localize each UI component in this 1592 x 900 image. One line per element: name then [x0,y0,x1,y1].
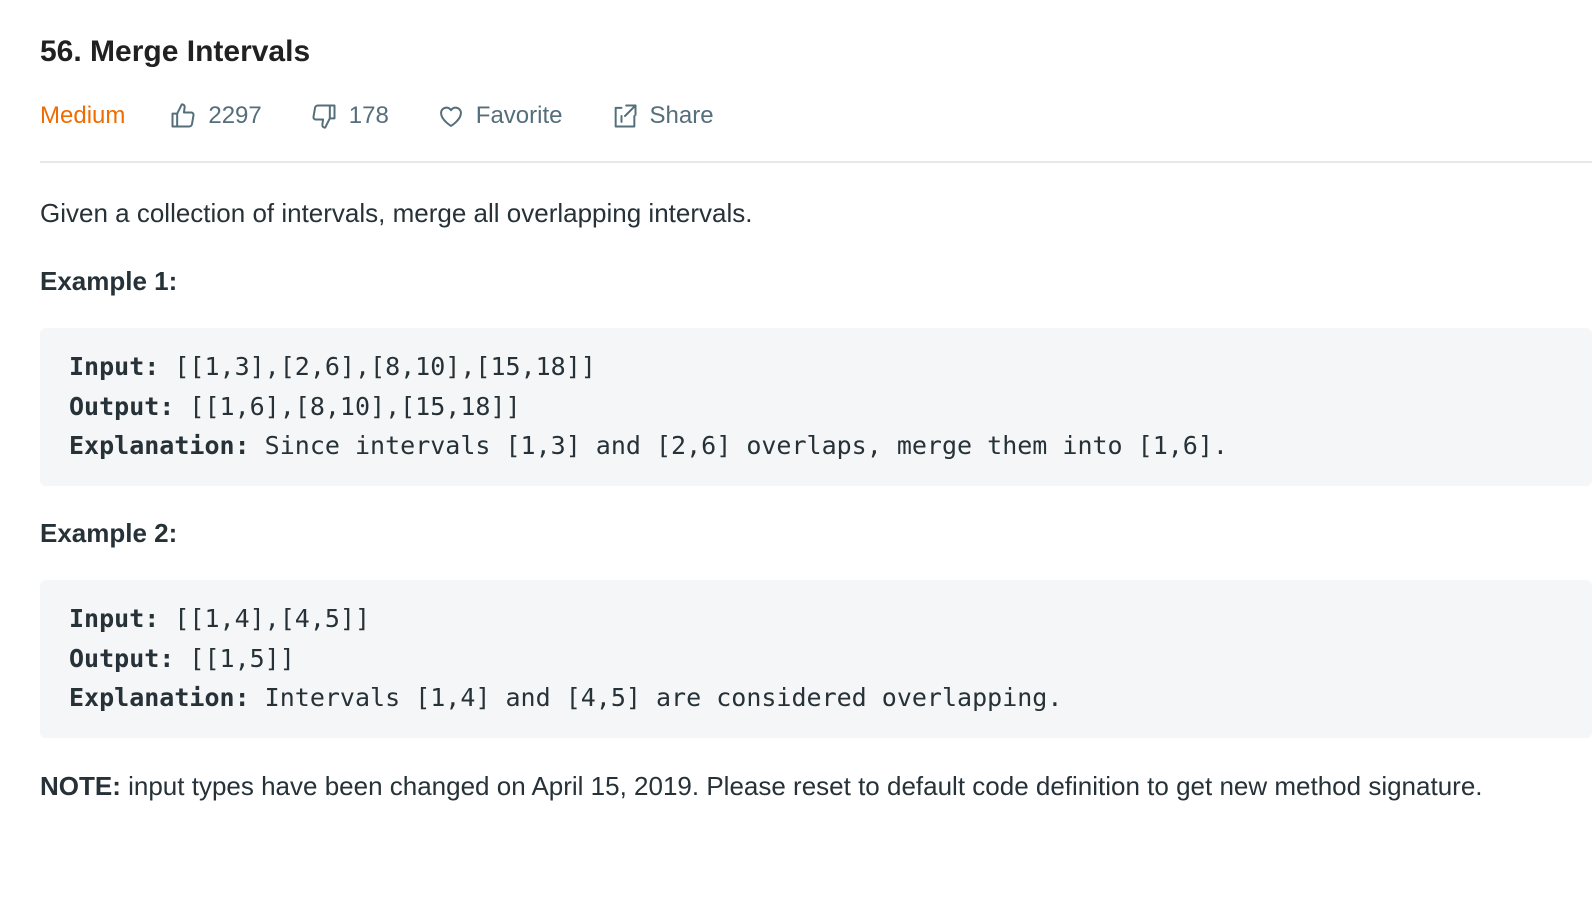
note-text: input types have been changed on April 1… [120,771,1483,801]
input-value: [[1,4],[4,5]] [159,604,371,633]
explanation-value: Intervals [1,4] and [4,5] are considered… [249,683,1063,712]
like-count: 2297 [208,102,262,129]
example-2-heading: Example 2: [40,518,178,548]
header-divider [40,161,1592,163]
output-label: Output: [69,391,175,421]
share-button[interactable]: Share [611,102,714,130]
difficulty-badge: Medium [40,102,126,129]
example-1-heading: Example 1: [40,266,178,296]
input-label: Input: [69,604,160,633]
heart-icon [439,106,462,127]
share-icon [614,104,636,128]
problem-title: 56. Merge Intervals [40,35,311,68]
dislike-button[interactable]: 178 [310,102,389,130]
input-label: Input: [69,352,160,381]
problem-meta-bar: Medium 2297 178 Favorite Share [40,94,714,138]
output-label: Output: [69,643,175,673]
note-paragraph: NOTE: input types have been changed on A… [40,765,1540,807]
note-label: NOTE: [40,771,121,801]
explanation-label: Explanation: [69,431,250,460]
like-button[interactable]: 2297 [169,102,262,130]
share-label: Share [649,102,714,129]
thumbs-down-icon [312,104,336,129]
explanation-label: Explanation: [69,683,250,712]
example-1-output-line: Output: [[1,6],[8,10],[15,18]] [69,387,1563,427]
dislike-count: 178 [348,102,389,129]
example-2-input-line: Input: [[1,4],[4,5]] [69,599,1563,639]
output-value: [[1,5]] [174,643,295,673]
input-value: [[1,3],[2,6],[8,10],[15,18]] [159,352,596,381]
thumbs-up-icon [171,103,195,128]
output-value: [[1,6],[8,10],[15,18]] [174,391,521,421]
example-1-code-block: Input: [[1,3],[2,6],[8,10],[15,18]] Outp… [40,328,1592,486]
example-1-explanation-line: Explanation: Since intervals [1,3] and [… [69,426,1563,466]
explanation-value: Since intervals [1,3] and [2,6] overlaps… [249,431,1228,460]
favorite-label: Favorite [475,102,563,129]
problem-statement: Given a collection of intervals, merge a… [40,198,753,228]
example-2-explanation-line: Explanation: Intervals [1,4] and [4,5] a… [69,678,1563,718]
example-2-output-line: Output: [[1,5]] [69,639,1563,679]
example-2-code-block: Input: [[1,4],[4,5]] Output: [[1,5]] Exp… [40,580,1592,738]
favorite-button[interactable]: Favorite [437,102,563,130]
example-1-input-line: Input: [[1,3],[2,6],[8,10],[15,18]] [69,347,1563,387]
